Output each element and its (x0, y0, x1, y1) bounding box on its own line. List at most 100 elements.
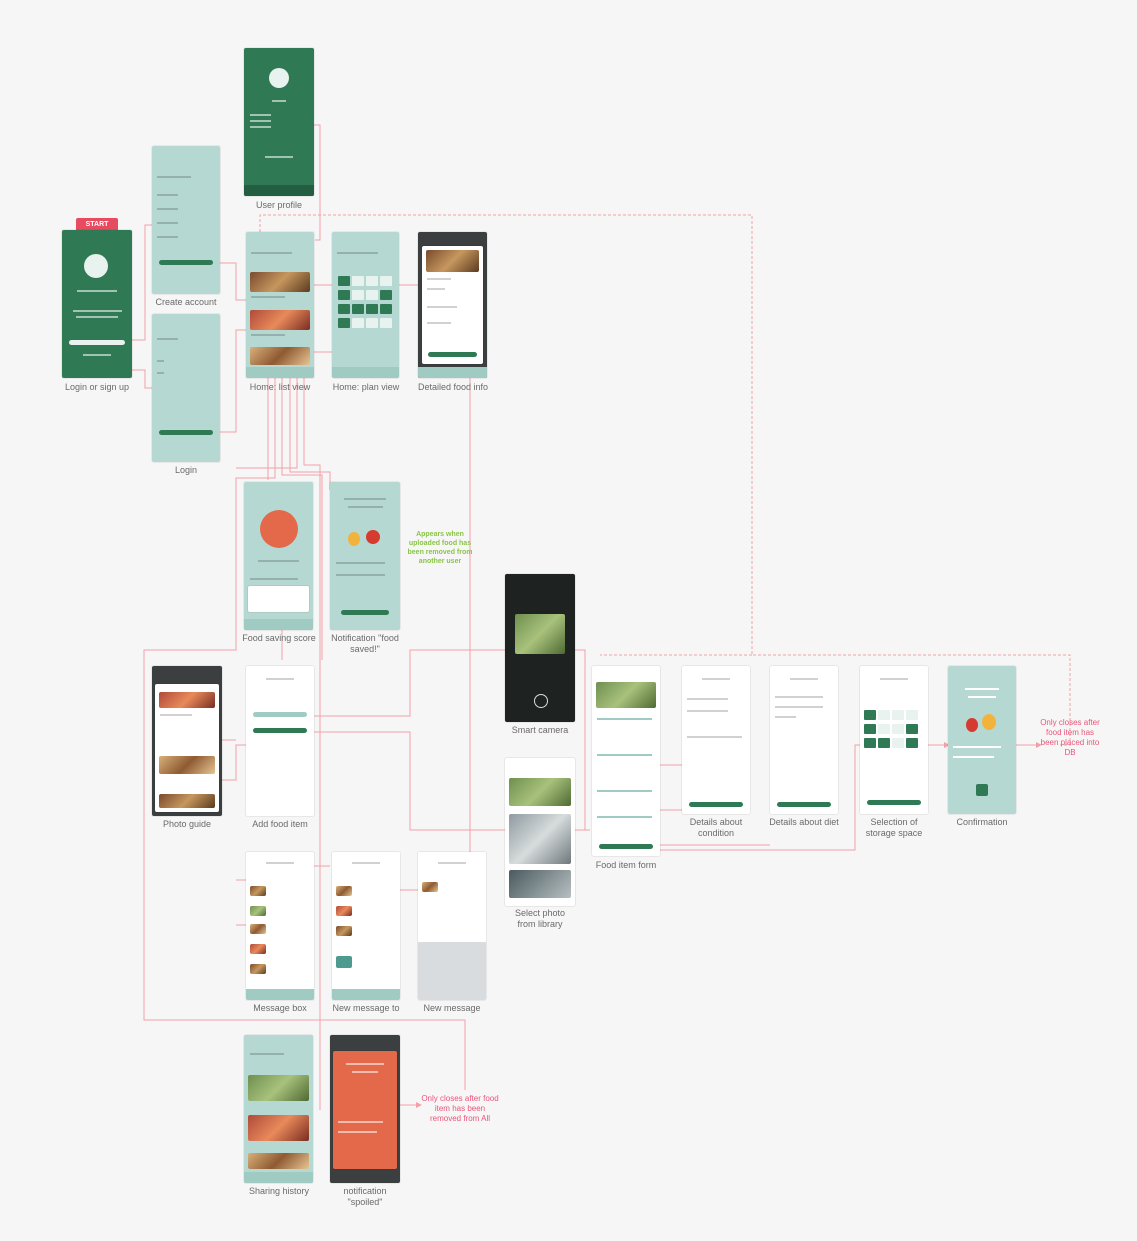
option-line[interactable] (687, 710, 729, 712)
choose-photo-button[interactable] (252, 728, 308, 733)
storage-cell[interactable] (878, 710, 890, 720)
screen-details-condition[interactable] (682, 666, 750, 814)
option-line[interactable] (687, 698, 729, 700)
calendar-cell[interactable] (352, 304, 364, 314)
option-line[interactable] (775, 706, 824, 708)
signup-button[interactable] (69, 340, 125, 345)
calendar-cell[interactable] (366, 290, 378, 300)
confirm-storage-button[interactable] (866, 800, 922, 805)
screen-food-saving-score[interactable] (244, 482, 313, 630)
screen-home-list[interactable] (246, 232, 314, 378)
tab-bar[interactable] (418, 367, 487, 378)
screen-new-message[interactable] (418, 852, 486, 1000)
screen-photo-guide[interactable] (152, 666, 222, 816)
calendar-cell[interactable] (352, 290, 364, 300)
calendar-cell[interactable] (380, 318, 392, 328)
screen-user-profile[interactable] (244, 48, 314, 196)
tab-bar[interactable] (246, 989, 314, 1000)
close-button[interactable] (341, 610, 389, 615)
calendar-cell[interactable] (338, 304, 350, 314)
input-line[interactable] (157, 236, 178, 238)
keyboard[interactable] (418, 942, 486, 1000)
storage-cell[interactable] (892, 710, 904, 720)
screen-detailed-food[interactable] (418, 232, 487, 378)
screen-login[interactable] (152, 314, 220, 462)
photo-thumbnail[interactable] (509, 778, 571, 806)
calendar-cell[interactable] (338, 276, 350, 286)
login-link[interactable] (83, 354, 111, 356)
option-line[interactable] (775, 716, 796, 718)
calendar-cell[interactable] (366, 304, 378, 314)
calendar-cell[interactable] (380, 290, 392, 300)
check-icon[interactable] (976, 784, 988, 796)
screen-details-diet[interactable] (770, 666, 838, 814)
input-line[interactable] (157, 360, 165, 362)
take-photo-button[interactable] (252, 712, 308, 717)
storage-cell[interactable] (906, 724, 918, 734)
login-button[interactable] (158, 430, 214, 435)
submit-button[interactable] (598, 844, 654, 849)
shared-food-image[interactable] (248, 1153, 309, 1169)
input-line[interactable] (157, 222, 178, 224)
storage-cell[interactable] (864, 738, 876, 748)
storage-cell[interactable] (906, 738, 918, 748)
shared-food-image[interactable] (248, 1075, 309, 1101)
screen-selection-storage[interactable] (860, 666, 928, 814)
screen-message-box[interactable] (246, 852, 314, 1000)
input-line[interactable] (157, 194, 178, 196)
storage-cell[interactable] (878, 738, 890, 748)
next-button[interactable] (776, 802, 832, 807)
input-line[interactable] (157, 208, 178, 210)
food-image[interactable] (250, 310, 310, 330)
calendar-cell[interactable] (380, 276, 392, 286)
food-image (425, 250, 480, 272)
storage-cell[interactable] (878, 724, 890, 734)
food-image[interactable] (250, 272, 310, 292)
form-row[interactable] (597, 718, 652, 720)
form-row[interactable] (597, 754, 652, 756)
calendar-cell[interactable] (380, 304, 392, 314)
screen-add-food-item[interactable] (246, 666, 314, 816)
tab-bar[interactable] (244, 619, 313, 630)
screen-food-item-form[interactable] (592, 666, 660, 856)
tab-bar[interactable] (332, 367, 399, 378)
screen-sharing-history[interactable] (244, 1035, 313, 1183)
tab-bar[interactable] (246, 367, 314, 378)
screen-home-plan[interactable] (332, 232, 399, 378)
form-row[interactable] (597, 816, 652, 818)
screen-select-photo[interactable] (505, 758, 575, 906)
calendar-cell[interactable] (366, 276, 378, 286)
photo-thumbnail[interactable] (509, 814, 571, 864)
storage-cell[interactable] (864, 724, 876, 734)
input-line[interactable] (157, 372, 165, 374)
option-line[interactable] (775, 696, 824, 698)
calendar-cell[interactable] (352, 318, 364, 328)
option-line[interactable] (687, 736, 742, 738)
screen-smart-camera[interactable] (505, 574, 575, 722)
screen-new-message-to[interactable] (332, 852, 400, 1000)
shared-food-image[interactable] (248, 1115, 309, 1141)
photo-thumbnail[interactable] (509, 870, 571, 898)
tab-bar[interactable] (244, 1172, 313, 1183)
storage-cell[interactable] (892, 724, 904, 734)
calendar-cell[interactable] (366, 318, 378, 328)
next-button[interactable] (688, 802, 744, 807)
storage-cell[interactable] (906, 710, 918, 720)
screen-confirmation[interactable] (948, 666, 1016, 814)
screen-notification-spoiled[interactable] (330, 1035, 400, 1183)
calendar-cell[interactable] (338, 290, 350, 300)
calendar-cell[interactable] (352, 276, 364, 286)
screen-create-account[interactable] (152, 146, 220, 294)
screen-login-or-signup[interactable] (62, 230, 132, 378)
tab-bar[interactable] (244, 185, 314, 196)
tab-bar[interactable] (332, 989, 400, 1000)
storage-cell[interactable] (864, 710, 876, 720)
food-image[interactable] (250, 347, 310, 365)
calendar-cell[interactable] (338, 318, 350, 328)
shutter-button[interactable] (534, 694, 548, 708)
screen-notification-saved[interactable] (330, 482, 400, 630)
storage-cell[interactable] (892, 738, 904, 748)
contact-button[interactable] (428, 352, 477, 357)
form-row[interactable] (597, 790, 652, 792)
create-account-button[interactable] (158, 260, 214, 265)
